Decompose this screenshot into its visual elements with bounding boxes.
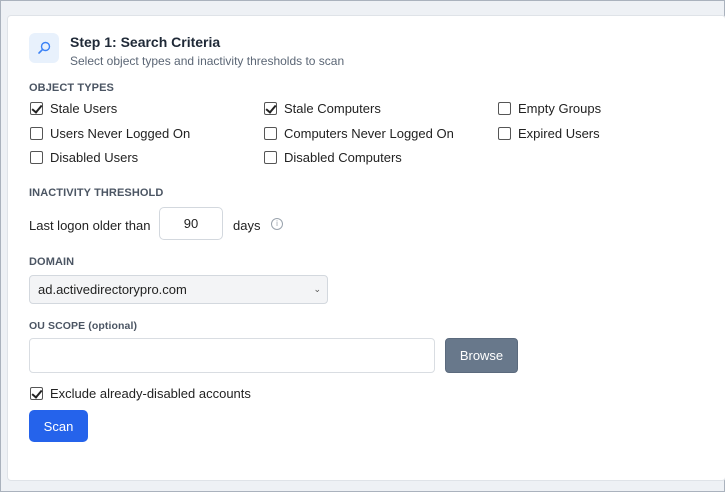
checkbox-box[interactable] [498,127,511,140]
inactivity-days-input[interactable] [159,207,223,240]
checkbox-disabled-computers[interactable]: Disabled Computers [264,150,402,165]
checkbox-label: Empty Groups [518,101,602,116]
window-frame: Step 1: Search Criteria Select object ty… [0,0,725,492]
checkbox-exclude-disabled[interactable]: Exclude already-disabled accounts [30,386,251,401]
checkbox-label: Disabled Users [50,150,139,165]
info-icon[interactable]: i [271,218,283,230]
checkbox-box[interactable] [30,387,43,400]
checkbox-users-never-logged-on[interactable]: Users Never Logged On [30,126,190,141]
object-types-label: OBJECT TYPES [29,82,114,94]
inactivity-threshold-label: INACTIVITY THRESHOLD [29,187,164,199]
checkbox-box[interactable] [264,102,277,115]
search-icon [29,33,59,63]
domain-select[interactable]: ad.activedirectorypro.com ⌄ [29,275,328,304]
checkbox-label: Disabled Computers [284,150,402,165]
ou-scope-input[interactable] [29,338,435,373]
checkbox-label: Exclude already-disabled accounts [50,386,251,401]
checkbox-disabled-users[interactable]: Disabled Users [30,150,138,165]
browse-button[interactable]: Browse [445,338,518,373]
checkbox-box[interactable] [264,127,277,140]
checkbox-label: Stale Computers [284,101,381,116]
chevron-down-icon: ⌄ [313,284,321,294]
ou-scope-label: OU SCOPE (optional) [29,320,138,332]
checkbox-box[interactable] [30,151,43,164]
last-logon-prefix: Last logon older than [29,218,151,233]
checkbox-label: Expired Users [518,126,600,141]
scan-button[interactable]: Scan [29,410,88,442]
step-title: Step 1: Search Criteria [70,34,221,50]
checkbox-expired-users[interactable]: Expired Users [498,126,600,141]
checkbox-box[interactable] [30,127,43,140]
checkbox-box[interactable] [30,102,43,115]
checkbox-label: Stale Users [50,101,118,116]
checkbox-empty-groups[interactable]: Empty Groups [498,101,601,116]
checkbox-box[interactable] [264,151,277,164]
search-criteria-card: Step 1: Search Criteria Select object ty… [7,15,725,481]
checkbox-label: Computers Never Logged On [284,126,454,141]
domain-label: DOMAIN [29,256,75,268]
checkbox-box[interactable] [498,102,511,115]
checkbox-stale-computers[interactable]: Stale Computers [264,101,381,116]
checkbox-computers-never-logged-on[interactable]: Computers Never Logged On [264,126,454,141]
domain-selected-value: ad.activedirectorypro.com [38,282,187,297]
days-suffix: days [233,218,261,233]
checkbox-stale-users[interactable]: Stale Users [30,101,117,116]
checkbox-label: Users Never Logged On [50,126,191,141]
step-subtitle: Select object types and inactivity thres… [70,54,345,68]
